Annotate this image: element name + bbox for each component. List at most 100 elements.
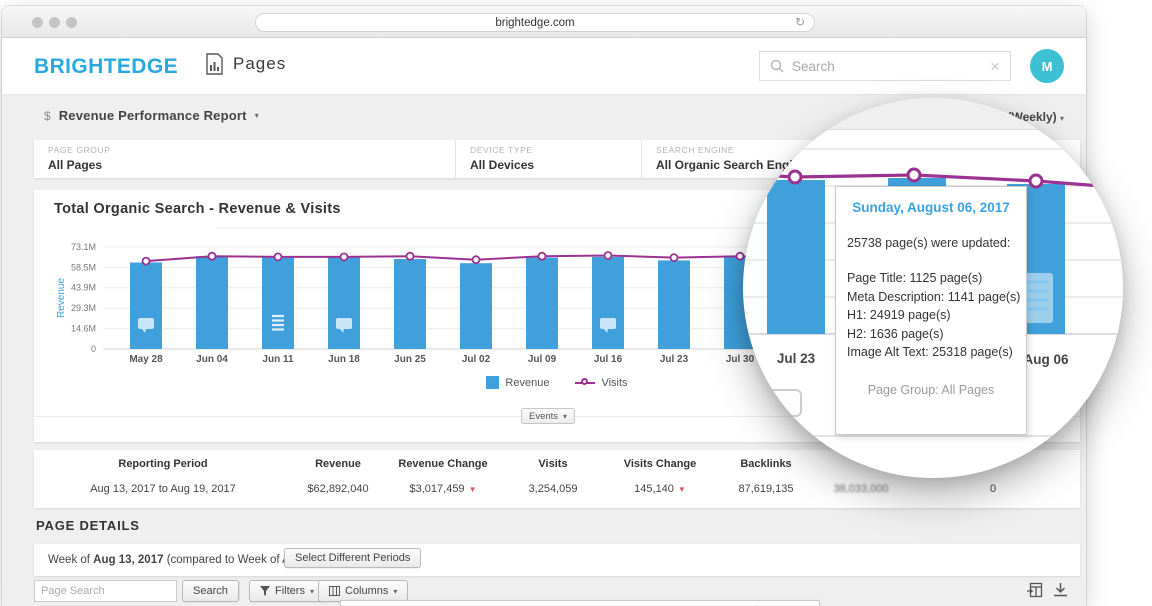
col-header[interactable]: Visits bbox=[502, 458, 604, 470]
legend-visits[interactable]: Visits bbox=[575, 377, 627, 389]
visits-marker[interactable] bbox=[209, 253, 216, 260]
tooltip-detail-line: H2: 1636 page(s) bbox=[847, 325, 1026, 344]
filter-value: All Devices bbox=[470, 158, 641, 172]
revenue-bar[interactable] bbox=[526, 258, 558, 349]
dollar-icon: $ bbox=[44, 109, 51, 123]
col-header[interactable]: Revenue bbox=[292, 458, 384, 470]
filters-button[interactable]: Filters ▾ bbox=[249, 580, 325, 602]
tooltip-detail-line: Page Title: 1125 page(s) bbox=[847, 269, 1026, 288]
revenue-bar[interactable] bbox=[130, 262, 162, 349]
x-tick-label: Jun 11 bbox=[262, 354, 294, 365]
page-title: Pages bbox=[205, 53, 286, 75]
filters-label: Filters bbox=[275, 585, 305, 597]
magnified-visits-marker[interactable] bbox=[1030, 175, 1042, 187]
search-button[interactable]: Search bbox=[182, 580, 239, 602]
columns-dropdown: Track Recommended Pages ^ bbox=[340, 600, 820, 606]
magnified-visits-marker[interactable] bbox=[789, 171, 801, 183]
revenue-bar[interactable] bbox=[394, 259, 426, 349]
window-zoom-button[interactable] bbox=[66, 17, 77, 28]
chevron-down-icon: ▾ bbox=[393, 587, 397, 596]
chevron-down-icon: ▾ bbox=[310, 587, 314, 596]
window-close-button[interactable] bbox=[32, 17, 43, 28]
events-button[interactable]: Events ▾ bbox=[521, 408, 575, 424]
address-bar[interactable]: brightedge.com ↻ bbox=[255, 13, 815, 32]
comment-annotation-icon[interactable] bbox=[336, 318, 352, 329]
revenue-bar[interactable] bbox=[196, 256, 228, 349]
export-table-icon[interactable] bbox=[1027, 582, 1043, 598]
week-bar: Week of Aug 13, 2017 (compared to Week o… bbox=[34, 544, 1080, 576]
actions-row: Search Filters ▾ Columns ▾ Track Recom bbox=[2, 580, 1086, 606]
search-icon bbox=[770, 59, 784, 73]
chevron-down-icon: ▾ bbox=[255, 111, 259, 120]
x-tick-label: Jul 16 bbox=[594, 354, 623, 365]
filter-label: DEVICE TYPE bbox=[470, 145, 641, 155]
avatar[interactable]: M bbox=[1030, 49, 1064, 83]
download-icon[interactable] bbox=[1053, 582, 1068, 598]
col-header[interactable]: Revenue Change bbox=[384, 458, 502, 470]
col-header[interactable]: Visits Change bbox=[604, 458, 716, 470]
tooltip-detail-line: Image Alt Text: 25318 page(s) bbox=[847, 343, 1026, 362]
global-search[interactable]: × bbox=[759, 51, 1011, 81]
columns-label: Columns bbox=[345, 585, 388, 597]
x-tick-label: Jul 02 bbox=[462, 354, 491, 365]
chart-tooltip: Sunday, August 06, 2017 25738 page(s) we… bbox=[835, 186, 1027, 435]
search-input[interactable] bbox=[792, 59, 990, 74]
magnifier-circle: Jul 23 Aug 06 Sunday, August 06, 2017 25… bbox=[743, 98, 1123, 478]
revenue-bar[interactable] bbox=[592, 257, 624, 349]
visits-marker[interactable] bbox=[671, 254, 678, 261]
visits-marker[interactable] bbox=[143, 258, 150, 265]
revenue-bar[interactable] bbox=[658, 260, 690, 349]
funnel-icon bbox=[260, 586, 270, 596]
tooltip-summary: 25738 page(s) were updated: bbox=[847, 236, 1026, 250]
clear-search-icon[interactable]: × bbox=[990, 58, 1000, 75]
comment-annotation-icon[interactable] bbox=[138, 318, 154, 329]
legend-revenue[interactable]: Revenue bbox=[486, 376, 549, 389]
chart-title: Total Organic Search - Revenue & Visits bbox=[54, 201, 341, 217]
filter-page-group[interactable]: PAGE GROUP All Pages bbox=[34, 140, 455, 178]
cell-visits: 3,254,059 bbox=[502, 483, 604, 495]
columns-icon bbox=[329, 586, 340, 596]
url-text: brightedge.com bbox=[495, 17, 574, 29]
revenue-bar[interactable] bbox=[460, 263, 492, 349]
y-tick-label: 14.6M bbox=[71, 324, 96, 334]
page-search-input[interactable] bbox=[34, 580, 177, 602]
down-arrow-icon: ▼ bbox=[678, 485, 686, 494]
visits-marker[interactable] bbox=[341, 253, 348, 260]
divider bbox=[239, 581, 240, 601]
cell-column8: 0 bbox=[906, 483, 1080, 495]
tooltip-detail-line: H1: 24919 page(s) bbox=[847, 306, 1026, 325]
events-label: Events bbox=[529, 411, 558, 422]
cell-backlinks: 87,619,135 bbox=[716, 483, 816, 495]
down-arrow-icon: ▼ bbox=[469, 485, 477, 494]
report-selector[interactable]: $ Revenue Performance Report ▾ bbox=[44, 108, 259, 123]
window-minimize-button[interactable] bbox=[49, 17, 60, 28]
x-tick-label: Jul 23 bbox=[660, 354, 689, 365]
report-title: Revenue Performance Report bbox=[59, 108, 247, 123]
visits-marker[interactable] bbox=[275, 253, 282, 260]
revenue-swatch bbox=[486, 376, 499, 389]
columns-button[interactable]: Columns ▾ bbox=[318, 580, 408, 602]
visits-marker[interactable] bbox=[407, 253, 414, 260]
revenue-bar[interactable] bbox=[262, 258, 294, 349]
magnified-visits-marker[interactable] bbox=[908, 169, 920, 181]
comment-annotation-icon[interactable] bbox=[600, 318, 616, 329]
magnified-events-button bbox=[743, 390, 801, 416]
pages-icon bbox=[205, 53, 224, 75]
brightedge-logo[interactable]: BRIGHTEDGE bbox=[34, 55, 178, 79]
y-tick-label: 43.9M bbox=[71, 283, 96, 293]
revenue-bar[interactable] bbox=[328, 258, 360, 349]
browser-chrome: brightedge.com ↻ bbox=[2, 6, 1086, 38]
y-axis-label: Revenue bbox=[56, 278, 67, 318]
visits-marker[interactable] bbox=[473, 256, 480, 263]
tooltip-details: Page Title: 1125 page(s) Meta Descriptio… bbox=[847, 269, 1026, 362]
visits-marker[interactable] bbox=[605, 252, 612, 259]
magnified-bar-jul23[interactable] bbox=[767, 180, 825, 334]
legend-label: Revenue bbox=[505, 377, 549, 389]
visits-marker[interactable] bbox=[539, 253, 546, 260]
filter-label: PAGE GROUP bbox=[48, 145, 455, 155]
filter-device-type[interactable]: DEVICE TYPE All Devices bbox=[455, 140, 641, 178]
select-different-periods-button[interactable]: Select Different Periods bbox=[284, 548, 421, 568]
col-header[interactable]: Reporting Period bbox=[34, 458, 292, 470]
y-tick-label: 0 bbox=[91, 344, 96, 354]
reload-icon[interactable]: ↻ bbox=[795, 15, 805, 29]
